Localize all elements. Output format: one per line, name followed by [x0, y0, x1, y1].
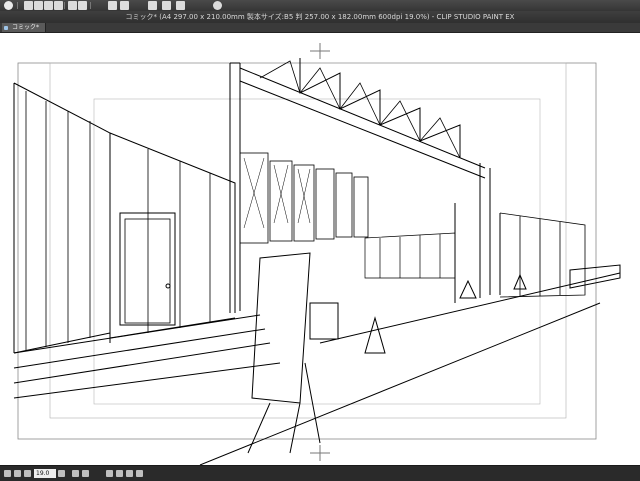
- line-art-drawing: [13, 43, 621, 465]
- navigator-icon[interactable]: [126, 470, 133, 477]
- door: [119, 212, 176, 326]
- mid-wall: [109, 132, 236, 339]
- hand-icon[interactable]: [136, 470, 143, 477]
- barrier-box: [309, 302, 339, 340]
- close-icon[interactable]: [54, 1, 63, 10]
- document-icon: [4, 26, 8, 30]
- toolbar-divider: [90, 2, 91, 9]
- fill-icon[interactable]: [120, 1, 129, 10]
- new-icon[interactable]: [24, 1, 33, 10]
- left-wall-panels: [25, 91, 91, 351]
- open-icon[interactable]: [34, 1, 43, 10]
- background-fence: [364, 232, 456, 279]
- window-title: コミック* (A4 297.00 x 210.00mm 製本サイズ:B5 判 2…: [0, 11, 640, 23]
- rotate-reset-icon[interactable]: [82, 470, 89, 477]
- tab-document[interactable]: コミック*: [2, 23, 47, 32]
- tab-label: コミック*: [12, 24, 40, 31]
- zoom-in-icon[interactable]: [14, 470, 21, 477]
- eye-icon[interactable]: [4, 1, 13, 10]
- inner-frame-guide: [93, 98, 541, 405]
- mid-wall-panels: [147, 149, 211, 333]
- clear-icon[interactable]: [108, 1, 117, 10]
- outer-frame-guide: [17, 62, 597, 440]
- undo-icon[interactable]: [68, 1, 77, 10]
- left-wall: [13, 82, 111, 354]
- toolbar-divider: [17, 2, 18, 9]
- canvas-area[interactable]: [0, 33, 640, 465]
- select-icon[interactable]: [148, 1, 157, 10]
- zoom-dropdown-icon[interactable]: [58, 470, 65, 477]
- trim-frame-guide: [49, 62, 567, 419]
- right-gate-post: [454, 163, 501, 303]
- brush-icon[interactable]: [176, 1, 185, 10]
- hanging-panels: [239, 152, 369, 244]
- help-icon[interactable]: [213, 1, 222, 10]
- toolbar-divider: [64, 2, 65, 9]
- pen-icon[interactable]: [162, 1, 171, 10]
- door-inner: [124, 218, 171, 324]
- zoom-out-icon[interactable]: [4, 470, 11, 477]
- canvas-paper[interactable]: [0, 33, 640, 465]
- a-frame-sign: [247, 252, 321, 454]
- door-knob: [165, 283, 171, 289]
- rotate-left-icon[interactable]: [72, 470, 79, 477]
- redo-icon[interactable]: [78, 1, 87, 10]
- guard-rail: [569, 264, 621, 289]
- road-lines: [13, 272, 621, 465]
- status-bar: 19.0: [0, 465, 640, 481]
- gate-truss-top: [239, 58, 486, 179]
- zoom-fit-icon[interactable]: [24, 470, 31, 477]
- save-icon[interactable]: [44, 1, 53, 10]
- zoom-field[interactable]: 19.0: [34, 469, 56, 478]
- rotate-right-icon[interactable]: [116, 470, 123, 477]
- document-tab-strip: コミック*: [0, 23, 640, 33]
- gate-truss-diagonals: [259, 60, 461, 159]
- flip-icon[interactable]: [106, 470, 113, 477]
